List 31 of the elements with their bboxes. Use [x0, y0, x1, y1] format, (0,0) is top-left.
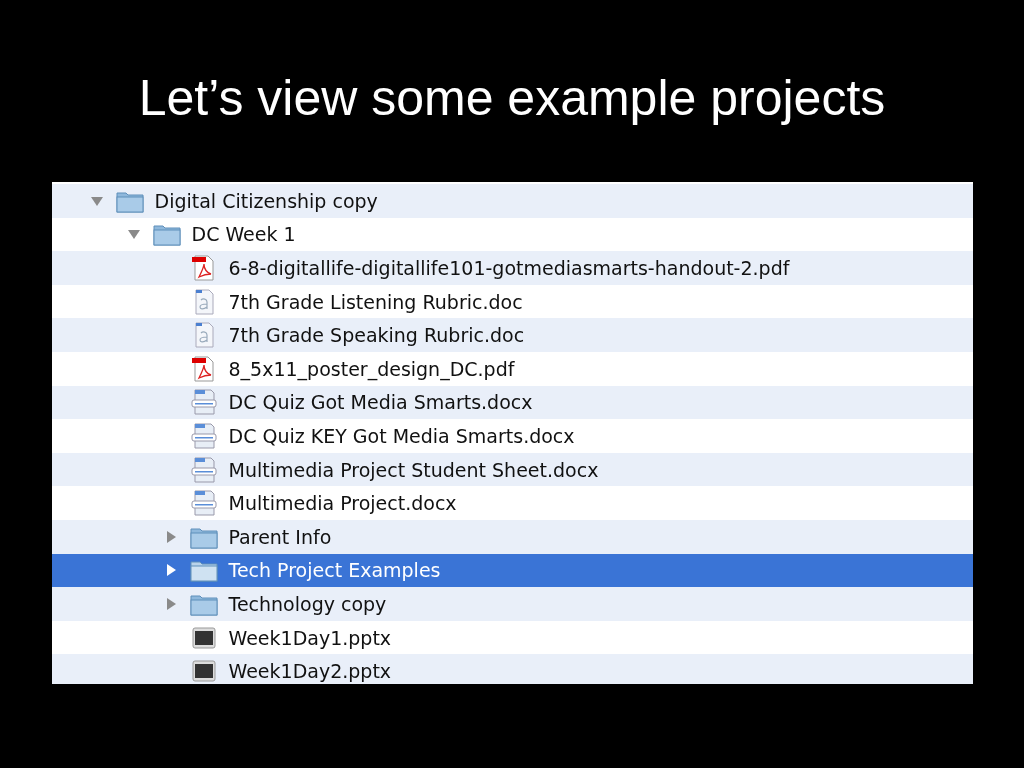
file-row[interactable]: Technology copy [51, 587, 973, 621]
file-name: 8_5x11_poster_design_DC.pdf [228, 357, 515, 380]
file-name: Technology copy [228, 592, 387, 615]
file-row[interactable]: Tech Project Examples [51, 553, 973, 588]
file-name: Digital Citizenship copy [154, 189, 378, 212]
docx-file-icon [189, 422, 218, 449]
file-name: DC Week 1 [191, 223, 296, 246]
presentation-file-icon [189, 624, 218, 651]
file-name: DC Quiz Got Media Smarts.docx [228, 391, 533, 414]
file-row[interactable]: 7th Grade Speaking Rubric.doc [51, 318, 973, 352]
file-name: Tech Project Examples [228, 559, 441, 582]
file-name: Parent Info [228, 525, 332, 548]
docx-file-icon [189, 389, 218, 416]
slide-title: Let’s view some example projects [138, 69, 886, 128]
docx-file-icon [189, 456, 218, 483]
file-row[interactable]: 6-8-digitallife-digitallife101-gotmediasmarts-handout-2.pdf [51, 251, 973, 285]
file-name: 7th Grade Speaking Rubric.doc [228, 324, 525, 347]
file-row[interactable]: Week1Day2.pptx [51, 654, 973, 684]
file-name: DC Quiz KEY Got Media Smarts.docx [228, 424, 575, 447]
file-name: Week1Day1.pptx [228, 626, 392, 649]
file-name: Week1Day2.pptx [228, 660, 392, 683]
file-row[interactable]: Multimedia Project Student Sheet.docx [51, 452, 973, 487]
file-row[interactable]: Parent Info [51, 519, 973, 554]
presentation-file-icon [189, 658, 218, 684]
file-name: Multimedia Project Student Sheet.docx [228, 458, 599, 481]
file-name: 6-8-digitallife-digitallife101-gotmediasmarts-handout-2.pdf [228, 257, 790, 279]
file-name: Multimedia Project.docx [228, 492, 457, 515]
file-row[interactable]: Digital Citizenship copy [51, 184, 973, 218]
file-row[interactable]: DC Quiz Got Media Smarts.docx [51, 385, 973, 420]
docx-file-icon [189, 490, 218, 517]
file-name: 7th Grade Listening Rubric.doc [228, 290, 523, 313]
